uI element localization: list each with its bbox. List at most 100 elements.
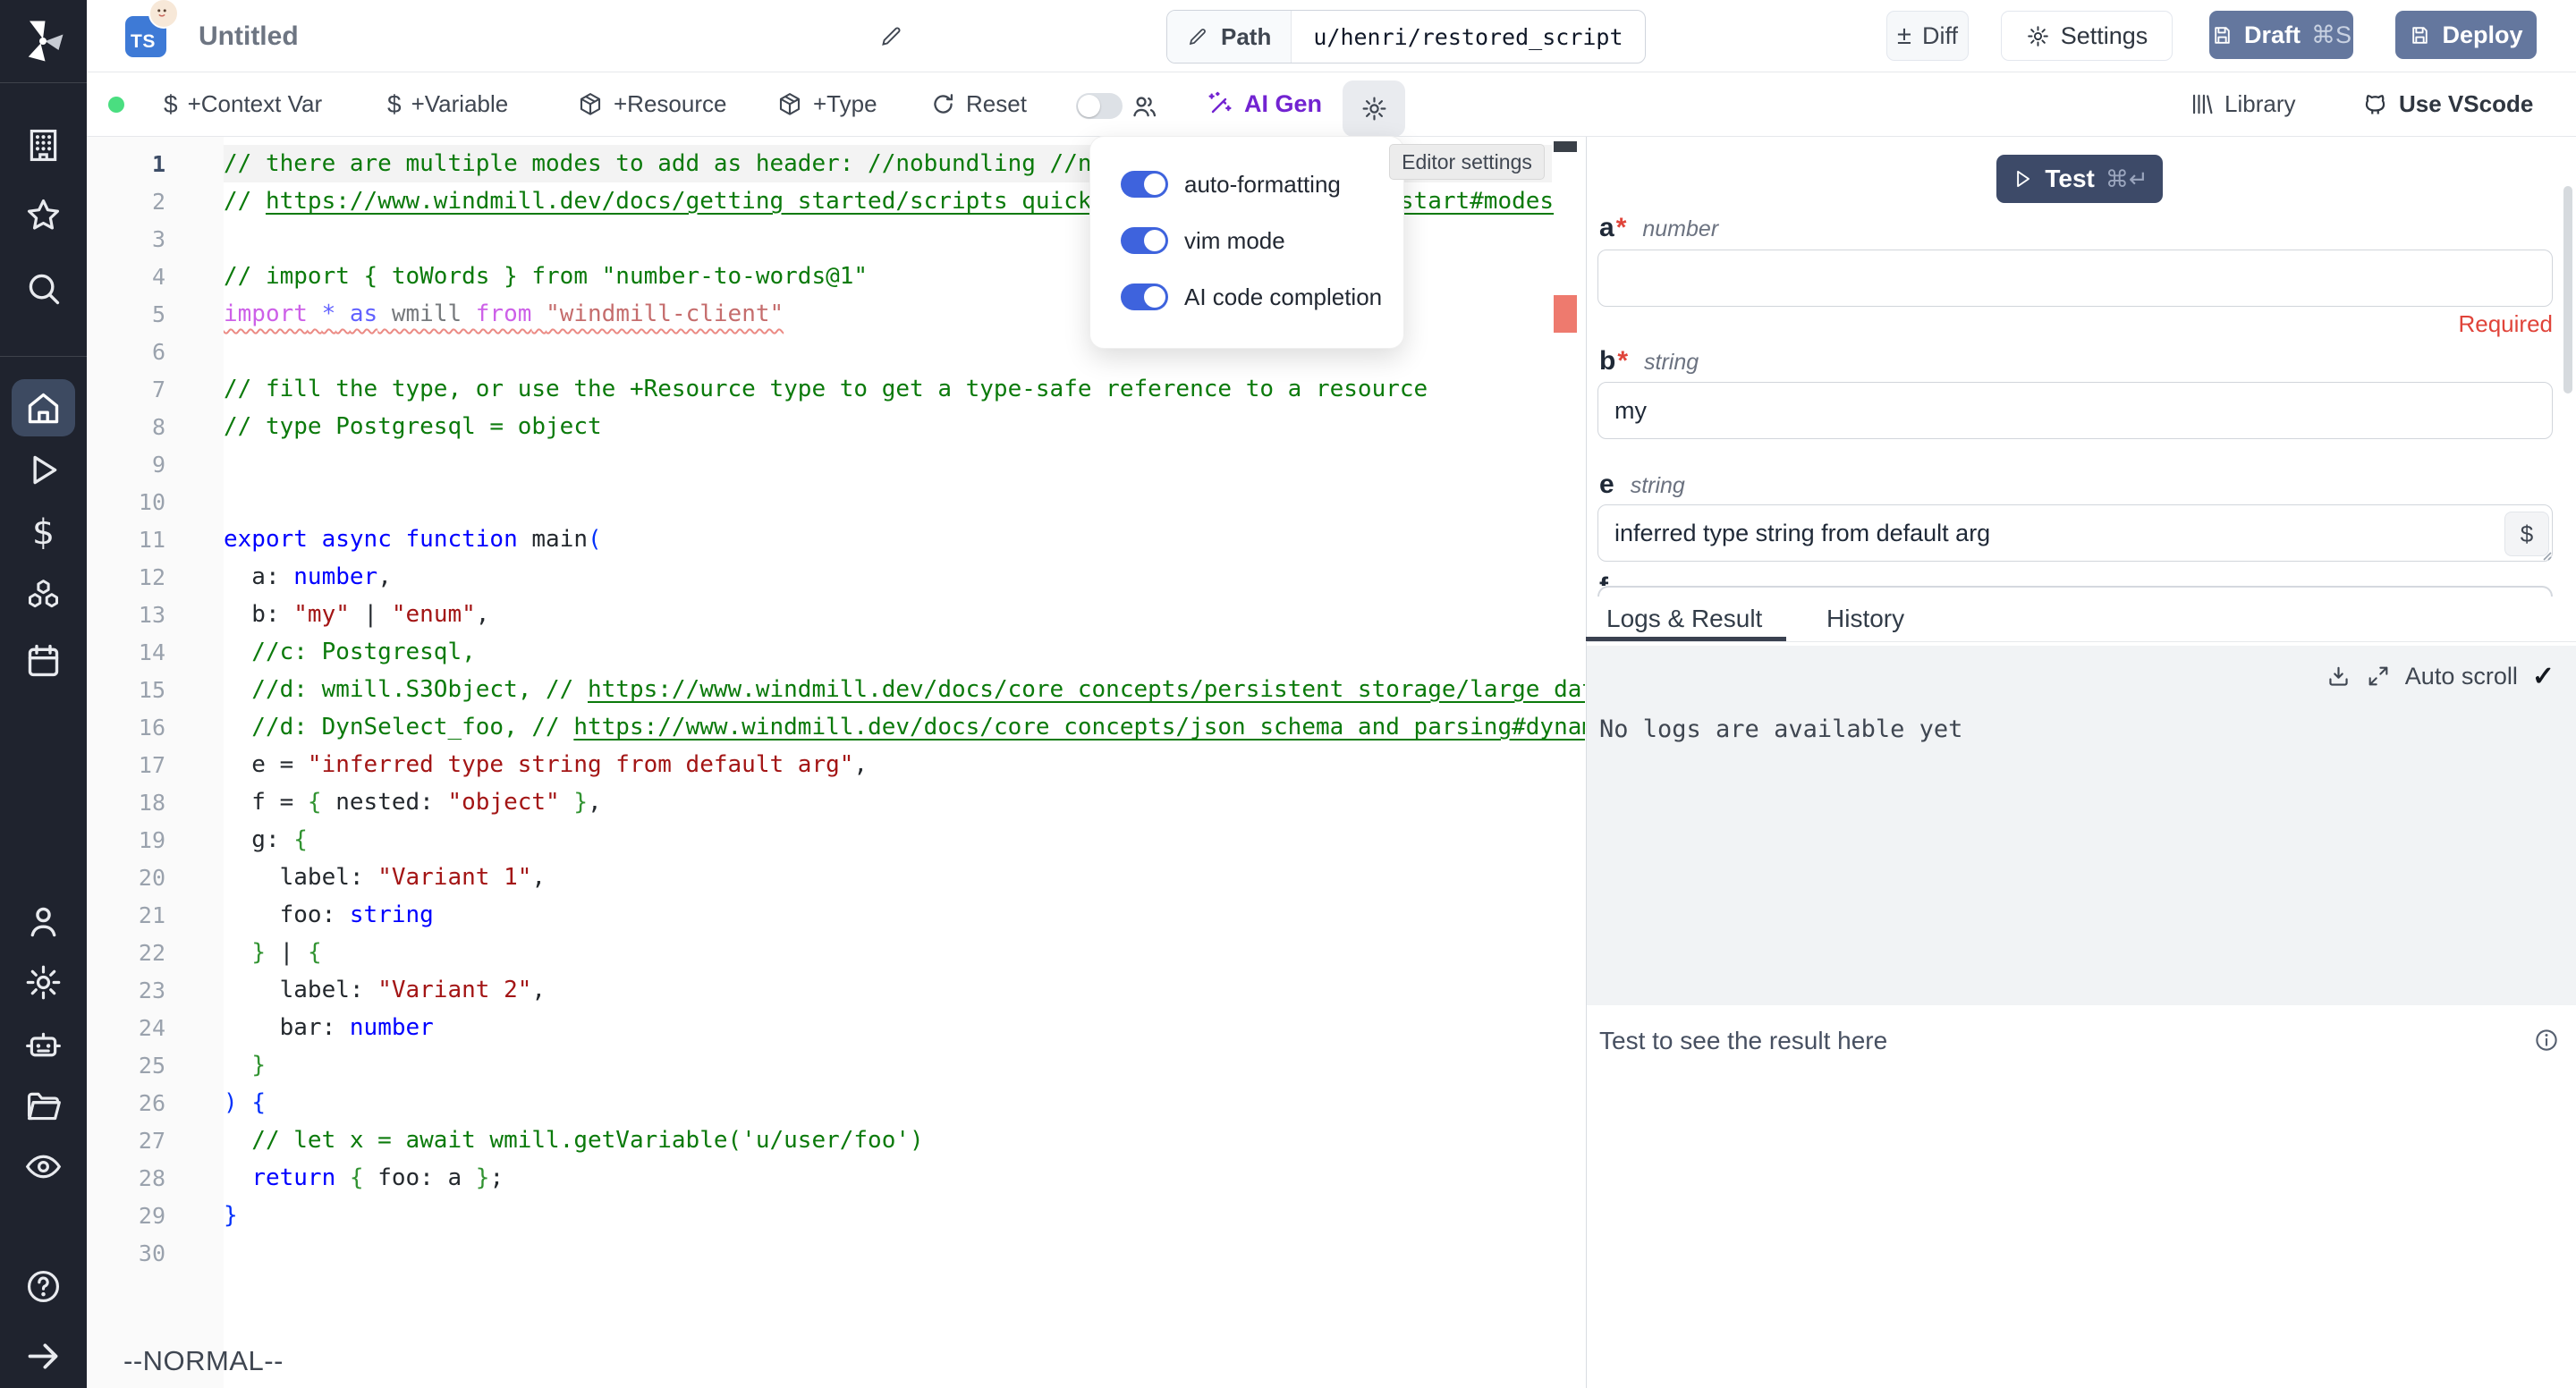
add-context-var-button[interactable]: $ +Context Var: [164, 72, 322, 136]
code-line: 25 }: [87, 1046, 1585, 1084]
test-button[interactable]: Test ⌘↵: [1996, 155, 2163, 203]
download-logs-icon[interactable]: [2326, 664, 2351, 690]
logs-panel: [1587, 646, 2576, 1005]
line-number: 8: [87, 414, 165, 440]
add-resource-button[interactable]: +Resource: [577, 72, 726, 136]
auto-scroll-checkbox[interactable]: ✓: [2532, 661, 2555, 692]
path-field[interactable]: Path u/henri/restored_script: [1166, 10, 1646, 63]
run-panel-scrollbar[interactable]: [2563, 186, 2572, 394]
robot-icon[interactable]: [23, 1025, 64, 1065]
building-icon[interactable]: [23, 125, 64, 165]
path-label: Path: [1221, 23, 1271, 51]
code-line: 16 //d: DynSelect_foo, // https://www.wi…: [87, 708, 1585, 746]
add-type-button[interactable]: +Type: [776, 72, 877, 136]
expand-logs-icon[interactable]: [2366, 664, 2391, 689]
editor-settings-button[interactable]: [1343, 80, 1405, 137]
arrow-right-icon[interactable]: [23, 1336, 64, 1376]
line-number: 30: [87, 1240, 165, 1266]
field-b-input[interactable]: [1597, 382, 2553, 439]
no-logs-message: No logs are available yet: [1599, 715, 1962, 743]
field-a-input[interactable]: [1597, 250, 2553, 307]
add-variable-button[interactable]: $ +Variable: [387, 72, 508, 136]
field-b-type: string: [1644, 350, 1699, 376]
edit-summary-pencil-icon[interactable]: [879, 24, 903, 48]
collaborators-icon[interactable]: [1130, 92, 1159, 122]
status-dot: [108, 97, 124, 113]
editor-settings-toggles: auto-formatting vim mode AI code completio…: [1121, 164, 1403, 317]
code-line-text: }: [224, 1052, 266, 1079]
calendar-icon[interactable]: [23, 640, 64, 681]
toggle-label: AI code completion: [1184, 284, 1382, 311]
cubes-icon[interactable]: [23, 576, 64, 616]
draft-button[interactable]: Draft ⌘S: [2209, 11, 2353, 59]
toggle-switch[interactable]: [1121, 227, 1168, 254]
octocat-icon: [2361, 90, 2389, 118]
toggle-switch[interactable]: [1121, 284, 1168, 310]
line-number: 23: [87, 978, 165, 1003]
code-line: 17 e = "inferred type string from defaul…: [87, 746, 1585, 783]
dollar-icon: $: [387, 90, 402, 119]
code-line-text: ) {: [224, 1089, 266, 1116]
user-icon[interactable]: [23, 901, 64, 942]
line-number: 20: [87, 865, 165, 891]
star-icon[interactable]: [23, 195, 64, 235]
code-line: 15 //d: wmill.S3Object, // https://www.w…: [87, 671, 1585, 708]
editor-setting-row: auto-formatting: [1121, 164, 1403, 205]
field-f-input-top: [1597, 586, 2553, 597]
gear-icon[interactable]: [23, 962, 64, 1003]
code-line-text: f = { nested: "object" },: [224, 789, 602, 816]
info-icon[interactable]: [2533, 1027, 2560, 1054]
code-line-text: label: "Variant 1",: [224, 864, 546, 891]
code-line-text: import * as wmill from "windmill-client": [224, 300, 784, 327]
code-line-text: return { foo: a };: [224, 1164, 504, 1191]
field-f-label: f: [1599, 572, 1653, 586]
code-line-text: // let x = await wmill.getVariable('u/us…: [224, 1127, 924, 1154]
library-button[interactable]: Library: [2189, 72, 2295, 136]
field-e-input[interactable]: [1597, 504, 2553, 562]
toggle-switch[interactable]: [1121, 171, 1168, 198]
sidebar-divider: [0, 82, 87, 83]
tab-history[interactable]: History: [1826, 601, 1904, 637]
tab-logs-result[interactable]: Logs & Result: [1606, 601, 1762, 637]
save-icon: [2409, 24, 2431, 47]
use-vscode-button[interactable]: Use VScode: [2361, 72, 2533, 136]
line-number: 29: [87, 1203, 165, 1229]
collaboration-toggle[interactable]: [1076, 93, 1123, 119]
help-icon[interactable]: [23, 1266, 64, 1307]
gear-icon: [1360, 95, 1388, 123]
test-shortcut: ⌘↵: [2106, 165, 2148, 193]
field-e-label: e string: [1599, 470, 1685, 500]
reset-icon: [930, 91, 956, 117]
diff-button[interactable]: ± Diff: [1886, 11, 1969, 61]
search-icon[interactable]: [23, 268, 64, 309]
line-number: 3: [87, 226, 165, 252]
line-number: 1: [87, 151, 165, 177]
line-number: 9: [87, 452, 165, 478]
result-placeholder: Test to see the result here: [1599, 1027, 1887, 1055]
code-line: 13 b: "my" | "enum",: [87, 596, 1585, 633]
windmill-script-editor: $ TS Un: [0, 0, 2576, 1388]
home-icon[interactable]: [23, 388, 64, 428]
eye-icon[interactable]: [23, 1147, 64, 1187]
ai-gen-button[interactable]: AI Gen: [1206, 72, 1322, 136]
code-line: 28 return { foo: a };: [87, 1159, 1585, 1197]
deploy-button[interactable]: Deploy: [2395, 11, 2537, 59]
code-line-text: } | {: [224, 939, 322, 966]
library-icon: [2189, 91, 2215, 117]
windmill-logo[interactable]: [16, 14, 70, 68]
editor-setting-row: vim mode: [1121, 220, 1403, 261]
folder-icon[interactable]: [23, 1086, 64, 1126]
code-line-text: // type Postgresql = object: [224, 413, 602, 440]
code-line: 8 // type Postgresql = object: [87, 408, 1585, 445]
code-line-text: g: {: [224, 826, 308, 853]
line-number: 21: [87, 902, 165, 928]
toggle-knob: [1144, 174, 1165, 195]
logs-toolbar: Auto scroll ✓: [2272, 658, 2555, 694]
line-number: 15: [87, 677, 165, 703]
line-number: 5: [87, 301, 165, 327]
resize-handle[interactable]: [2538, 547, 2553, 562]
reset-button[interactable]: Reset: [930, 72, 1027, 136]
settings-button[interactable]: Settings: [2001, 11, 2173, 61]
dollar-icon[interactable]: $: [23, 512, 64, 553]
play-icon[interactable]: [23, 450, 64, 490]
